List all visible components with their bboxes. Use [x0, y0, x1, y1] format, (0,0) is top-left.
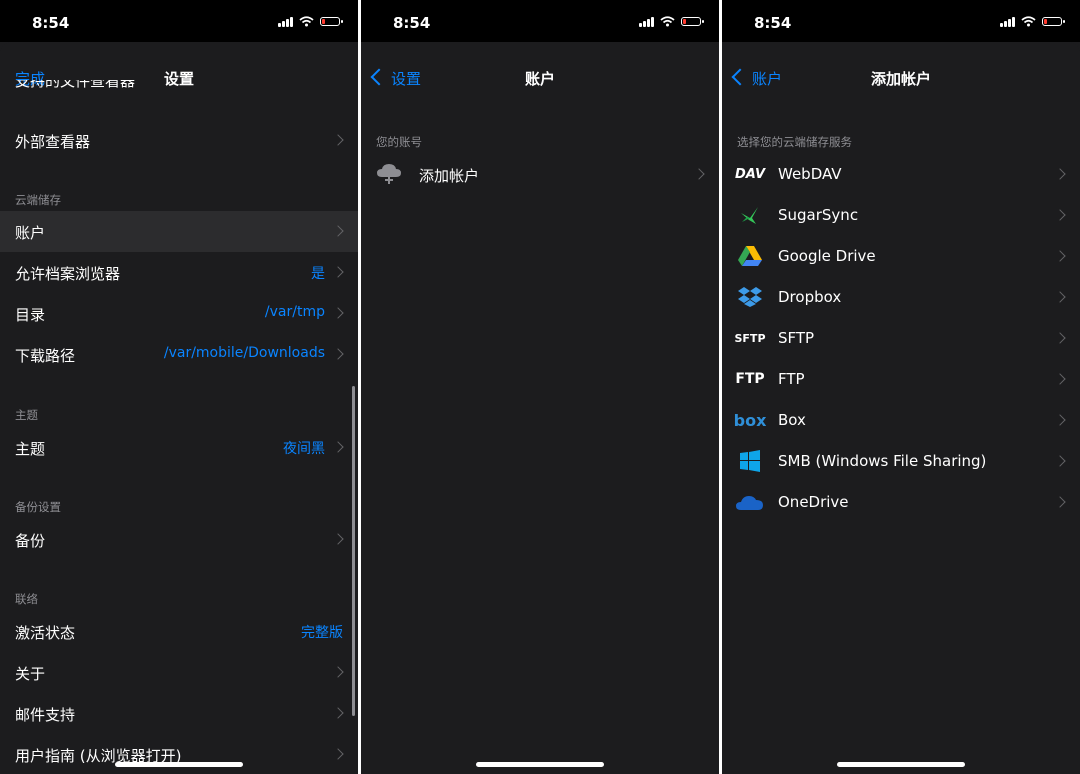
- windows-icon: [736, 449, 764, 473]
- status-bar: 8:54: [722, 0, 1080, 42]
- chevron-right-icon: [1054, 168, 1066, 180]
- section-header-backup: 备份设置: [15, 500, 61, 514]
- section-header-cloud: 云端储存: [15, 193, 61, 207]
- chevron-right-icon: [1054, 414, 1066, 426]
- service-row-google-drive[interactable]: Google Drive: [722, 236, 1080, 277]
- settings-row-account[interactable]: 账户: [0, 211, 358, 252]
- settings-row-allow-browser[interactable]: 允许档案浏览器 是: [0, 252, 358, 293]
- status-time: 8:54: [32, 14, 70, 32]
- settings-row-external-viewer[interactable]: 外部查看器: [0, 120, 358, 161]
- battery-icon: [1042, 17, 1065, 26]
- status-bar: 8:54: [361, 0, 719, 42]
- service-row-sftp[interactable]: SFTP SFTP: [722, 318, 1080, 359]
- chevron-right-icon: [1054, 250, 1066, 262]
- status-time: 8:54: [754, 14, 792, 32]
- chevron-right-icon: [332, 666, 344, 678]
- section-header-theme: 主题: [15, 408, 38, 422]
- webdav-icon: DAV: [734, 166, 766, 182]
- status-bar: 8:54: [0, 0, 358, 42]
- chevron-right-icon: [1054, 332, 1066, 344]
- chevron-right-icon: [693, 168, 705, 180]
- service-row-smb[interactable]: SMB (Windows File Sharing): [722, 441, 1080, 482]
- service-row-dropbox[interactable]: Dropbox: [722, 277, 1080, 318]
- chevron-right-icon: [1054, 291, 1066, 303]
- chevron-right-icon: [332, 134, 344, 146]
- settings-row-backup[interactable]: 备份: [0, 519, 358, 560]
- cloud-add-icon: [375, 162, 403, 186]
- settings-row-theme[interactable]: 主题 夜间黑: [0, 427, 358, 468]
- dropbox-icon: [736, 285, 764, 309]
- wifi-icon: [660, 16, 675, 27]
- chevron-right-icon: [332, 307, 344, 319]
- home-indicator[interactable]: [115, 762, 243, 767]
- sugarsync-icon: [736, 203, 764, 227]
- settings-list: 支持的文件查看器 外部查看器 云端储存 账户 允许档案浏览器 是 目录 /var…: [0, 80, 358, 774]
- settings-row-file-viewers[interactable]: 支持的文件查看器: [0, 80, 358, 102]
- section-header-contact: 联络: [15, 592, 38, 606]
- chevron-right-icon: [332, 707, 344, 719]
- cellular-signal-icon: [639, 16, 654, 27]
- settings-screen: 8:54 完成 设置 支持的文件查看器 外部查看器 云端储存 账户 允许档案浏览…: [0, 0, 358, 774]
- settings-row-about[interactable]: 关于: [0, 652, 358, 693]
- chevron-right-icon: [332, 441, 344, 453]
- chevron-right-icon: [1054, 496, 1066, 508]
- box-icon: box: [733, 410, 767, 430]
- add-account-row[interactable]: 添加帐户: [361, 154, 719, 195]
- sftp-icon: SFTP: [734, 331, 766, 345]
- service-row-box[interactable]: box Box: [722, 400, 1080, 441]
- service-row-onedrive[interactable]: OneDrive: [722, 482, 1080, 523]
- accounts-list: 您的账号 添加帐户: [361, 104, 719, 774]
- battery-icon: [320, 17, 343, 26]
- home-indicator[interactable]: [476, 762, 604, 767]
- nav-bar: 账户 添加帐户: [722, 42, 1080, 104]
- service-list: 选择您的云端储存服务 DAV WebDAV SugarSync Google D…: [722, 104, 1080, 774]
- onedrive-icon: [736, 490, 764, 514]
- chevron-right-icon: [1054, 455, 1066, 467]
- cellular-signal-icon: [278, 16, 293, 27]
- settings-row-directory[interactable]: 目录 /var/tmp: [0, 293, 358, 334]
- settings-row-mail-support[interactable]: 邮件支持: [0, 693, 358, 734]
- accounts-screen: 8:54 设置 账户 您的账号 添加帐户: [361, 0, 719, 774]
- settings-row-user-guide[interactable]: 用户指南 (从浏览器打开): [0, 734, 358, 774]
- chevron-right-icon: [332, 748, 344, 760]
- chevron-right-icon: [332, 266, 344, 278]
- chevron-right-icon: [1054, 209, 1066, 221]
- settings-row-activation[interactable]: 激活状态 完整版: [0, 611, 358, 652]
- ftp-icon: FTP: [735, 371, 765, 387]
- chevron-right-icon: [332, 533, 344, 545]
- wifi-icon: [299, 16, 314, 27]
- battery-icon: [681, 17, 704, 26]
- chevron-right-icon: [1054, 373, 1066, 385]
- service-row-ftp[interactable]: FTP FTP: [722, 359, 1080, 400]
- status-time: 8:54: [393, 14, 431, 32]
- page-title: 账户: [524, 70, 555, 88]
- section-header-choose-service: 选择您的云端储存服务: [737, 135, 852, 149]
- wifi-icon: [1021, 16, 1036, 27]
- chevron-right-icon: [332, 348, 344, 360]
- settings-row-download-path[interactable]: 下载路径 /var/mobile/Downloads: [0, 334, 358, 375]
- scroll-indicator[interactable]: [352, 386, 355, 716]
- add-account-screen: 8:54 账户 添加帐户 选择您的云端储存服务 DAV WebDAV Sugar…: [722, 0, 1080, 774]
- nav-bar: 设置 账户: [361, 42, 719, 104]
- google-drive-icon: [736, 244, 764, 268]
- service-row-sugarsync[interactable]: SugarSync: [722, 195, 1080, 236]
- section-header-your-accounts: 您的账号: [376, 135, 422, 149]
- service-row-webdav[interactable]: DAV WebDAV: [722, 154, 1080, 195]
- page-title: 添加帐户: [870, 70, 931, 88]
- cellular-signal-icon: [1000, 16, 1015, 27]
- chevron-right-icon: [332, 225, 344, 237]
- home-indicator[interactable]: [837, 762, 965, 767]
